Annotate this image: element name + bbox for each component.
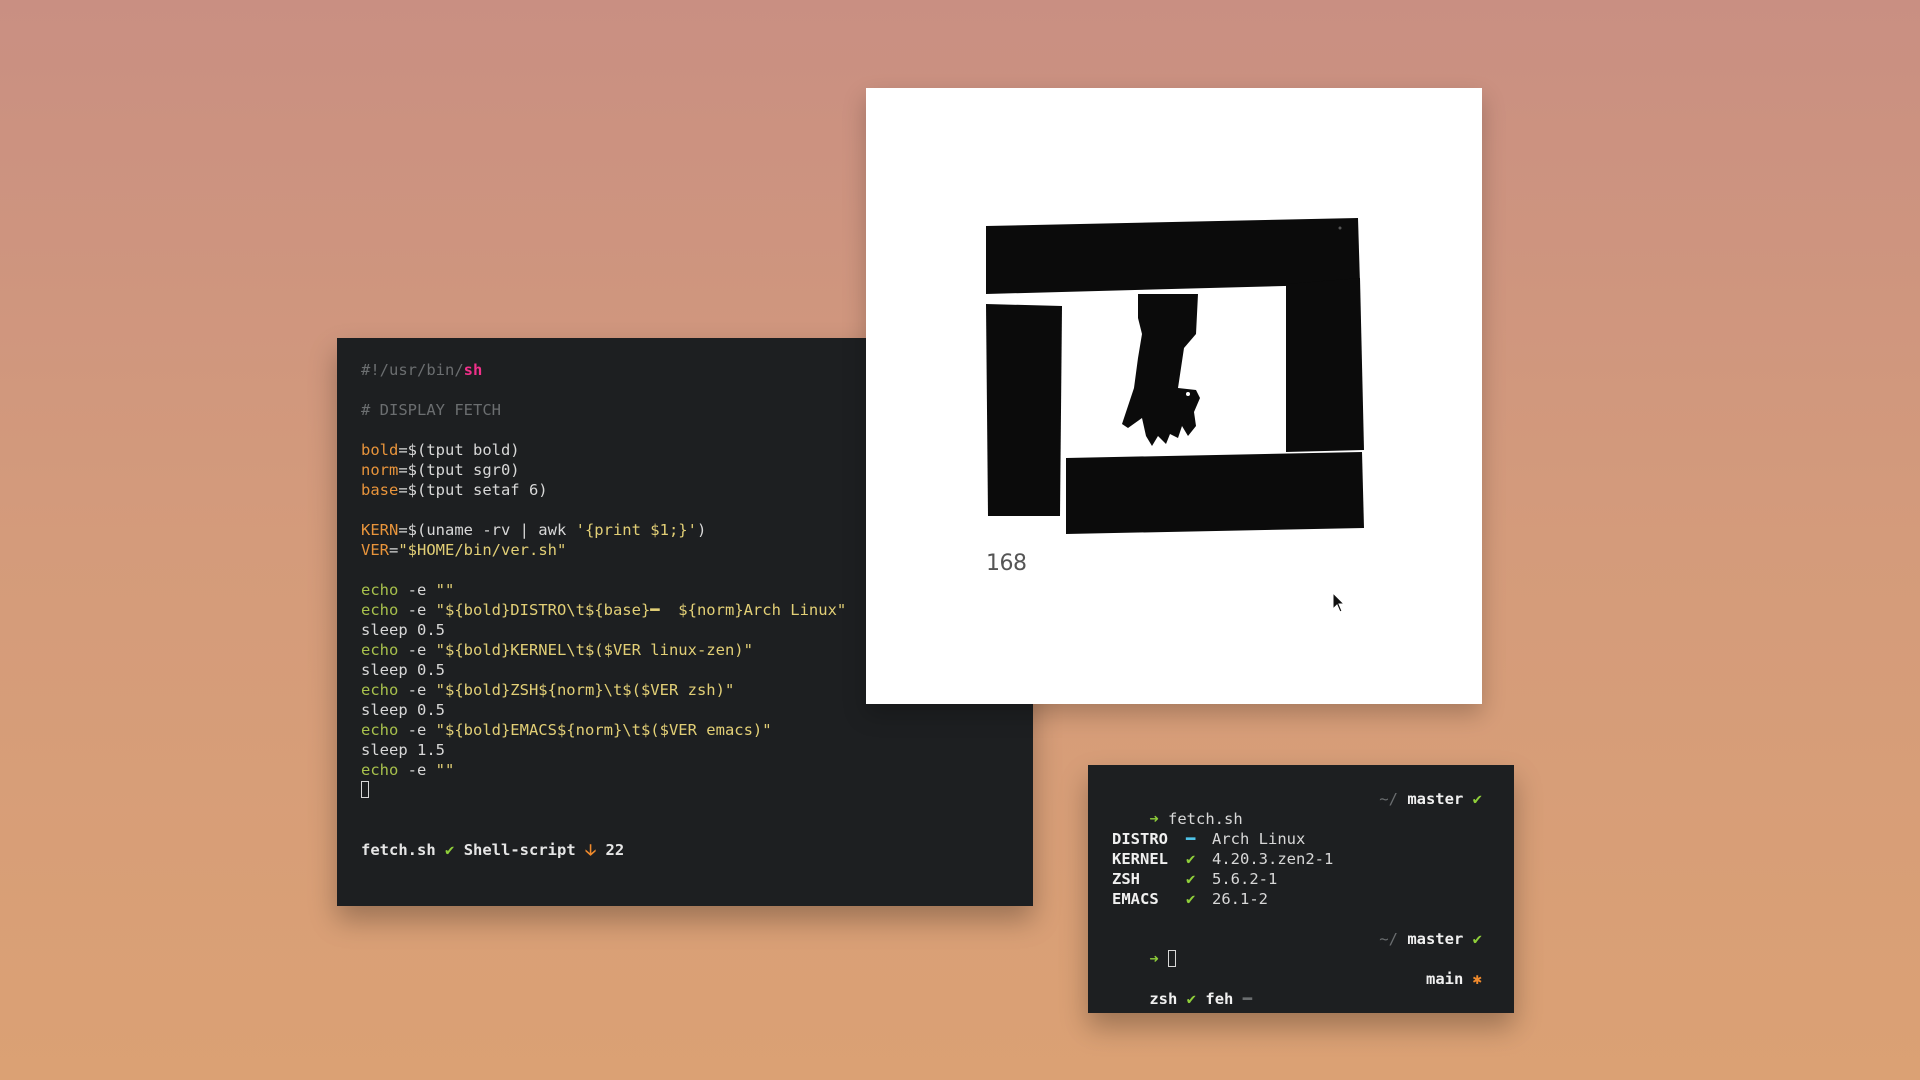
git-status: ~/ master ✔: [1379, 929, 1482, 949]
prompt-arrow-icon: ➜: [1149, 950, 1159, 968]
status-app: feh: [1205, 990, 1234, 1008]
check-icon: ✔: [1472, 790, 1482, 808]
terminal-command: fetch.sh: [1168, 810, 1243, 828]
check-icon: ✔: [1472, 930, 1482, 948]
code-line: echo -e "": [361, 761, 455, 779]
status-bar: zsh ✔ feh ━ main ✱: [1112, 969, 1482, 1008]
artwork-image: [986, 218, 1364, 534]
status-workspace: main: [1425, 970, 1464, 988]
dash-icon: ━: [1242, 990, 1253, 1008]
text-cursor: [361, 781, 369, 798]
code-line: sleep 1.5: [361, 741, 445, 759]
code-comment: # DISPLAY FETCH: [361, 401, 501, 419]
shebang-shell: sh: [463, 361, 483, 379]
code-line: echo -e "${bold}DISTRO\t${base}━ ${norm}…: [361, 601, 847, 619]
code-line: sleep 0.5: [361, 621, 445, 639]
git-status: ~/ master ✔: [1379, 789, 1482, 809]
fetch-row: EMACS ✔ 26.1-2: [1112, 890, 1268, 908]
fetch-row: ZSH ✔ 5.6.2-1: [1112, 870, 1278, 888]
code-area[interactable]: #!/usr/bin/sh # DISPLAY FETCH bold=$(tpu…: [361, 360, 846, 800]
modeline-line-number: 22: [605, 841, 625, 859]
git-branch: master: [1407, 930, 1464, 948]
fetch-row: KERNEL ✔ 4.20.3.zen2-1: [1112, 850, 1334, 868]
code-line: #!/usr/bin/sh: [361, 360, 846, 380]
check-icon: ✔: [1186, 990, 1197, 1008]
star-icon: ✱: [1472, 970, 1482, 988]
mouse-pointer-icon: [1332, 592, 1346, 613]
check-icon: ✔: [1186, 870, 1196, 888]
code-line: VER="$HOME/bin/ver.sh": [361, 541, 567, 559]
check-icon: ✔: [445, 841, 455, 859]
code-line: echo -e "${bold}EMACS${norm}\t$($VER ema…: [361, 721, 772, 739]
image-viewer-window[interactable]: 168: [866, 88, 1482, 704]
status-shell: zsh: [1149, 990, 1178, 1008]
code-line: echo -e "${bold}ZSH${norm}\t$($VER zsh)": [361, 681, 735, 699]
code-line: sleep 0.5: [361, 701, 445, 719]
code-line: base=$(tput setaf 6): [361, 481, 548, 499]
code-line: KERN=$(uname -rv | awk '{print $1;}'): [361, 521, 707, 539]
git-branch: master: [1407, 790, 1464, 808]
dash-icon: ━: [1186, 830, 1196, 848]
editor-modeline: fetch.sh ✔ Shell-script 🡣 22: [361, 838, 624, 865]
check-icon: ✔: [1186, 850, 1196, 868]
arrow-down-icon: 🡣: [585, 841, 597, 859]
prompt-arrow-icon: ➜: [1149, 810, 1159, 828]
current-dir: ~/: [1379, 930, 1398, 948]
code-line: echo -e "${bold}KERNEL\t$($VER linux-zen…: [361, 641, 753, 659]
modeline-filename: fetch.sh: [361, 841, 436, 859]
terminal-cursor: [1168, 950, 1177, 967]
prompt-line: ➜ fetch.sh ~/ master ✔: [1112, 789, 1482, 828]
code-line: sleep 0.5: [361, 661, 445, 679]
modeline-mode: Shell-script: [463, 841, 576, 859]
shebang-prefix: #!/usr/bin/: [361, 361, 464, 379]
code-line: norm=$(tput sgr0): [361, 461, 520, 479]
code-line: echo -e "": [361, 581, 455, 599]
prompt-line[interactable]: ➜ ~/ master ✔: [1112, 929, 1482, 968]
current-dir: ~/: [1379, 790, 1398, 808]
code-line: bold=$(tput bold): [361, 441, 520, 459]
terminal-window[interactable]: ➜ fetch.sh ~/ master ✔ DISTRO ━ Arch Linux…: [1088, 765, 1514, 1013]
check-icon: ✔: [1186, 890, 1196, 908]
image-caption: 168: [986, 551, 1027, 576]
fetch-row: DISTRO ━ Arch Linux: [1112, 830, 1306, 848]
